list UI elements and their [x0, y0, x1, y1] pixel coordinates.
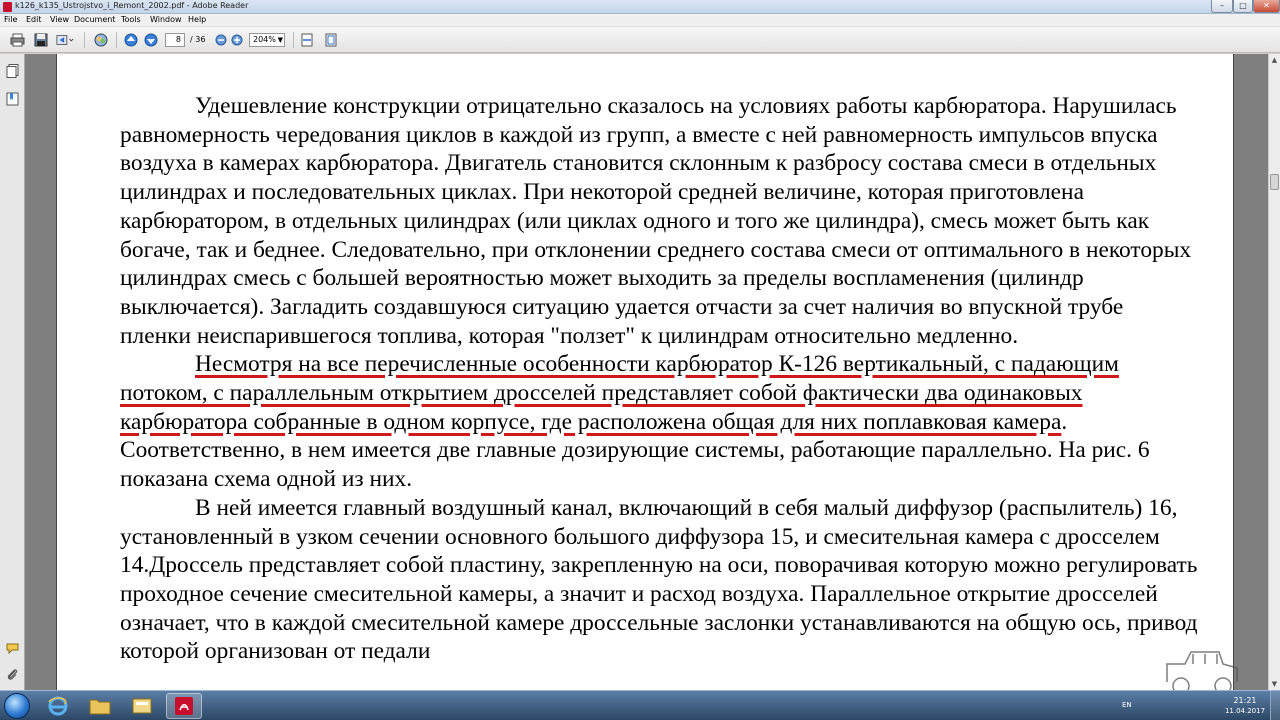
scroll-up-icon[interactable]: ▲ — [1269, 54, 1280, 66]
pdf-page: Удешевление конструкции отрицательно ска… — [56, 54, 1238, 690]
minimize-button[interactable]: – — [1211, 0, 1233, 13]
paragraph-1: Удешевление конструкции отрицательно ска… — [120, 93, 1192, 349]
underlined-text: Несмотря на все перечисленные особенност… — [120, 351, 1119, 435]
collaborate-icon[interactable] — [92, 31, 110, 49]
taskbar: EN 21:21 11.04.2017 — [0, 690, 1280, 720]
scroll-down-icon[interactable]: ▼ — [1269, 678, 1280, 690]
comments-panel-icon[interactable] — [6, 642, 19, 656]
navigation-pane — [0, 54, 25, 690]
menu-view[interactable]: View — [50, 15, 69, 24]
menu-help[interactable]: Help — [188, 15, 206, 24]
bookmarks-panel-icon[interactable] — [6, 92, 19, 106]
menu-bar: File Edit View Document Tools Window Hel… — [0, 14, 1280, 27]
print-icon[interactable] — [8, 31, 26, 49]
document-viewport[interactable]: Удешевление конструкции отрицательно ска… — [25, 54, 1268, 690]
taskbar-adobe-reader[interactable] — [166, 693, 202, 719]
page-number-input[interactable]: 8 — [165, 33, 185, 47]
zoom-level-value: 204% — [253, 35, 276, 44]
taskbar-file-manager[interactable] — [124, 693, 160, 719]
toolbar: 8 / 36 204% ▼ — [0, 27, 1280, 53]
zoom-in-icon[interactable] — [228, 31, 246, 49]
menu-tools[interactable]: Tools — [121, 15, 141, 24]
save-icon[interactable] — [32, 31, 50, 49]
show-desktop-button[interactable] — [1270, 691, 1280, 720]
files-icon — [132, 698, 152, 714]
pages-panel-icon[interactable] — [6, 64, 19, 78]
taskbar-internet-explorer[interactable] — [40, 693, 76, 719]
title-bar: k126_k135_Ustrojstvo_i_Remont_2002.pdf -… — [0, 0, 1280, 14]
attachments-panel-icon[interactable] — [6, 668, 19, 682]
fit-width-icon[interactable] — [298, 31, 316, 49]
vertical-scrollbar[interactable]: ▲ ▼ — [1268, 54, 1280, 690]
folder-icon — [89, 699, 111, 715]
zoom-level-select[interactable]: 204% ▼ — [249, 33, 285, 47]
page-text: Удешевление конструкции отрицательно ска… — [120, 92, 1200, 666]
menu-window[interactable]: Window — [150, 15, 182, 24]
adobe-reader-icon — [175, 697, 193, 715]
toolbar-separator — [293, 32, 294, 48]
close-button[interactable]: ✕ — [1253, 0, 1280, 13]
taskbar-windows-explorer[interactable] — [82, 693, 118, 719]
paragraph-2: Несмотря на все перечисленные особенност… — [120, 350, 1200, 494]
language-indicator[interactable]: EN — [1122, 701, 1132, 709]
internet-explorer-icon — [48, 696, 68, 716]
chevron-down-icon: ▼ — [277, 36, 283, 44]
paragraph-3: В ней имеется главный воздушный канал, в… — [120, 494, 1198, 665]
toolbar-separator — [116, 32, 117, 48]
adobe-reader-icon — [3, 2, 12, 12]
window-title: k126_k135_Ustrojstvo_i_Remont_2002.pdf -… — [15, 1, 249, 10]
scrollbar-thumb[interactable] — [1270, 174, 1279, 190]
start-button[interactable] — [4, 693, 30, 719]
menu-document[interactable]: Document — [74, 15, 115, 24]
previous-page-icon[interactable] — [122, 31, 140, 49]
share-icon[interactable] — [56, 31, 74, 49]
truck-watermark-logo — [1157, 642, 1247, 690]
menu-file[interactable]: File — [4, 15, 17, 24]
system-clock[interactable]: 21:21 11.04.2017 — [1222, 695, 1268, 717]
clock-date: 11.04.2017 — [1224, 707, 1266, 715]
toolbar-separator — [84, 32, 85, 48]
maximize-button[interactable]: □ — [1233, 0, 1253, 13]
clock-time: 21:21 — [1233, 696, 1257, 705]
fit-page-icon[interactable] — [322, 31, 340, 49]
menu-edit[interactable]: Edit — [26, 15, 42, 24]
next-page-icon[interactable] — [142, 31, 160, 49]
page-total: / 36 — [190, 35, 206, 44]
